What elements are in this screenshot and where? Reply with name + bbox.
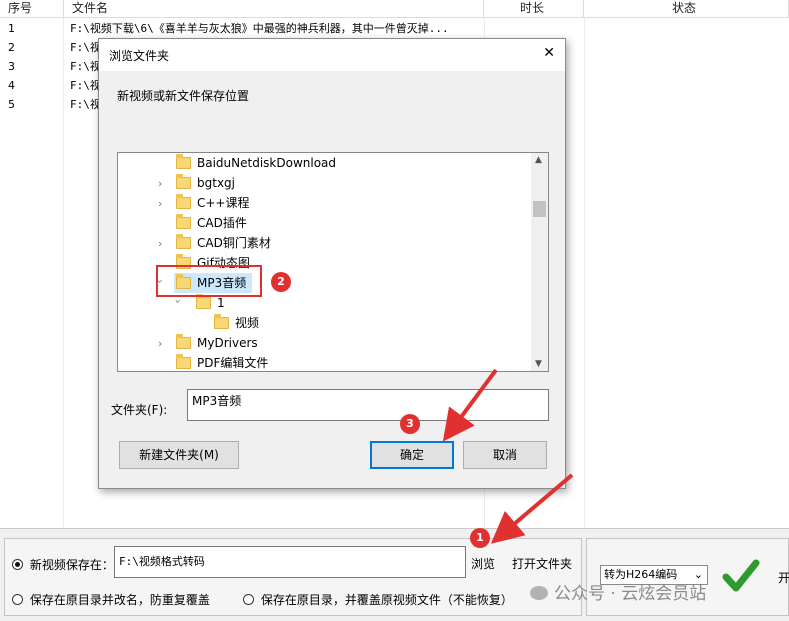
browse-folder-dialog: 浏览文件夹 ✕ 新视频或新文件保存位置 BaiduNetdiskDownload…: [98, 38, 566, 489]
folder-icon: [176, 354, 191, 369]
header-status[interactable]: 状态: [584, 0, 789, 18]
tree-item-label: C++课程: [197, 196, 250, 210]
folder-icon: [196, 294, 211, 309]
tree-item-label: CAD铜门素材: [197, 236, 271, 250]
chevron-right-icon[interactable]: ›: [158, 177, 162, 190]
tree-item-label: 1: [217, 296, 225, 310]
folder-icon: [176, 174, 191, 189]
start-button[interactable]: 开: [716, 547, 789, 607]
tree-item[interactable]: MyDrivers: [176, 333, 258, 353]
tree-item[interactable]: bgtxgj: [176, 173, 235, 193]
row-filename: F:\视: [70, 98, 101, 111]
save-path-input[interactable]: F:\视频格式转码: [114, 546, 466, 578]
row-filename: F:\视: [70, 41, 101, 54]
folder-icon: [176, 194, 191, 209]
header-duration[interactable]: 时长: [484, 0, 584, 18]
save-new-radio[interactable]: 新视频保存在：: [12, 556, 114, 573]
scroll-thumb[interactable]: [533, 201, 546, 217]
header-filename[interactable]: 文件名: [64, 0, 484, 18]
chevron-right-icon[interactable]: ›: [158, 197, 162, 210]
open-folder-button[interactable]: 打开文件夹: [512, 555, 572, 572]
row-filename: F:\视频下载\6\《喜羊羊与灰太狼》中最强的神兵利器，其中一件曾灭掉...: [70, 22, 449, 35]
tree-item-label: BaiduNetdiskDownload: [197, 156, 337, 170]
row-index: 5: [8, 98, 15, 111]
tree-item[interactable]: BaiduNetdiskDownload: [176, 153, 336, 173]
folder-icon: [176, 234, 191, 249]
bottom-panel: 新视频保存在： F:\视频格式转码 浏览 打开文件夹 保存在原目录并改名，防重复…: [0, 528, 789, 621]
header-index[interactable]: 序号: [0, 0, 64, 18]
radio-selected-icon: [12, 559, 23, 570]
watermark: 公众号 · 云炫会员站: [530, 579, 706, 604]
folder-tree[interactable]: BaiduNetdiskDownload › bgtxgj › C++课程 CA…: [117, 152, 549, 372]
row-index: 2: [8, 41, 15, 54]
save-new-label: 新视频保存在：: [29, 558, 114, 572]
tree-item[interactable]: CAD铜门素材: [176, 233, 271, 253]
chevron-right-icon[interactable]: ›: [158, 337, 162, 350]
tree-item[interactable]: C++课程: [176, 193, 250, 213]
chevron-down-icon[interactable]: ›: [172, 299, 185, 303]
watermark-text: 公众号 · 云炫会员站: [554, 584, 707, 604]
ok-button[interactable]: 确定: [370, 441, 454, 469]
folder-icon: [176, 334, 191, 349]
close-icon[interactable]: ✕: [543, 45, 555, 61]
row-filename: F:\视: [70, 60, 101, 73]
tree-scrollbar[interactable]: ▲ ▼: [531, 153, 548, 371]
tree-item-label: PDF编辑文件: [197, 356, 269, 370]
save-overwrite-label: 保存在原目录，并覆盖原视频文件（不能恢复）: [260, 593, 513, 607]
dialog-titlebar[interactable]: 浏览文件夹 ✕: [99, 39, 565, 71]
tree-item-label: CAD插件: [197, 216, 247, 230]
tree-item-label: 视频: [235, 316, 260, 330]
checkmark-icon: [722, 559, 760, 592]
row-index: 3: [8, 60, 15, 73]
folder-icon: [214, 314, 229, 329]
scroll-down-icon[interactable]: ▼: [535, 359, 542, 369]
step-badge-1: 1: [470, 528, 490, 548]
save-rename-radio[interactable]: 保存在原目录并改名，防重复覆盖: [12, 591, 210, 608]
dialog-prompt: 新视频或新文件保存位置: [117, 89, 250, 103]
tree-item[interactable]: CAD插件: [176, 213, 247, 233]
chevron-right-icon[interactable]: ›: [158, 237, 162, 250]
row-index: 1: [8, 22, 15, 35]
radio-unselected-icon: [243, 594, 254, 605]
browse-button[interactable]: 浏览: [471, 555, 495, 572]
save-overwrite-radio[interactable]: 保存在原目录，并覆盖原视频文件（不能恢复）: [243, 591, 513, 608]
row-filename: F:\视: [70, 79, 101, 92]
cancel-button[interactable]: 取消: [463, 441, 547, 469]
table-row[interactable]: 1 F:\视频下载\6\《喜羊羊与灰太狼》中最强的神兵利器，其中一件曾灭掉...: [0, 19, 789, 38]
dialog-title: 浏览文件夹: [109, 49, 170, 63]
tree-item[interactable]: PDF编辑文件: [176, 353, 269, 371]
new-folder-button[interactable]: 新建文件夹(M): [119, 441, 239, 469]
row-index: 4: [8, 79, 15, 92]
save-rename-label: 保存在原目录并改名，防重复覆盖: [29, 593, 210, 607]
step-badge-3: 3: [400, 414, 420, 434]
folder-icon: [176, 214, 191, 229]
tree-item[interactable]: 视频: [214, 313, 259, 333]
scroll-up-icon[interactable]: ▲: [535, 155, 542, 165]
wechat-icon: [530, 586, 548, 600]
highlight-box: [156, 265, 262, 297]
folder-name-input[interactable]: MP3音频: [187, 389, 549, 421]
tree-item-label: MyDrivers: [197, 336, 258, 350]
folder-icon: [176, 154, 191, 169]
tree-item-label: bgtxgj: [197, 176, 235, 190]
step-badge-2: 2: [271, 272, 291, 292]
radio-unselected-icon: [12, 594, 23, 605]
start-label: 开: [778, 571, 789, 585]
folder-field-label: 文件夹(F):: [111, 403, 168, 417]
